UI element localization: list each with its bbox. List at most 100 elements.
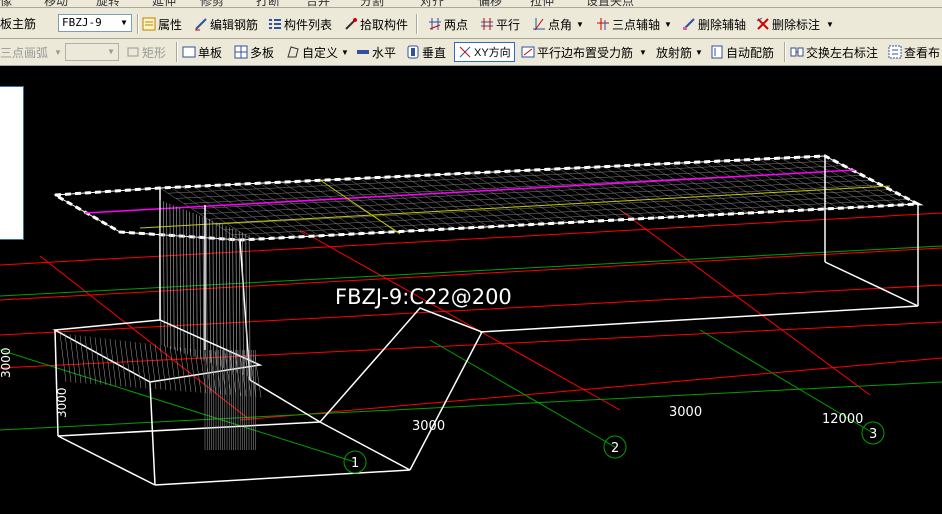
three-point-axis-icon <box>597 18 609 30</box>
single-board-icon <box>182 46 196 58</box>
rebar-line <box>215 222 218 366</box>
three-point-axis-label: 三点辅轴 <box>612 17 661 32</box>
two-points-button[interactable]: 两点 <box>428 14 468 34</box>
radial-rebar-button[interactable]: 放射筋 ▼ <box>656 42 703 62</box>
eraser-icon <box>683 18 695 30</box>
rebar-line <box>194 349 202 393</box>
rebar-line <box>94 337 102 385</box>
rebar-line <box>163 201 165 347</box>
tool-merge[interactable]: 合并 <box>306 0 330 7</box>
delete-axis-button[interactable]: 删除辅轴 <box>682 14 746 34</box>
parallel-edge-button[interactable]: 平行边布置受力筋 ▼ <box>521 42 647 62</box>
three-point-axis-button[interactable]: 三点辅轴 ▼ <box>596 14 672 34</box>
edit-rebar-button[interactable]: 编辑钢筋 <box>194 14 258 34</box>
tool-stretch[interactable]: 拉伸 <box>530 0 554 7</box>
delete-label-button[interactable]: 删除标注 ▼ <box>756 14 834 34</box>
rebar-line <box>119 340 127 387</box>
rebar-line <box>239 354 247 397</box>
tool-rotate[interactable]: 旋转 <box>96 0 120 7</box>
edge <box>479 305 919 333</box>
tool-mirror[interactable]: 像 <box>0 0 12 7</box>
angle-icon <box>533 18 545 31</box>
tool-move[interactable]: 移动 <box>44 0 68 7</box>
auto-rebar-label: 自动配筋 <box>726 45 775 60</box>
edge <box>824 261 919 307</box>
horizontal-button[interactable]: 水平 <box>356 42 396 62</box>
axis-bubble-2[interactable]: 2 <box>603 435 627 459</box>
component-list-button[interactable]: 构件列表 <box>268 14 332 34</box>
rebar-line <box>254 356 262 398</box>
tool-extend[interactable]: 延伸 <box>152 0 176 7</box>
parallel-edge-icon <box>521 46 535 58</box>
side-panel[interactable] <box>0 86 24 240</box>
tool-grip[interactable]: 设置夹点 <box>586 0 634 7</box>
dimension-left-2: 3000 <box>55 387 69 418</box>
cad-viewport[interactable]: FBZJ-9:C22@200 3000 3000 3000 3000 12000… <box>0 66 942 514</box>
rebar-line <box>59 332 67 383</box>
tool-trim[interactable]: 修剪 <box>200 0 224 7</box>
tool-split[interactable]: 分割 <box>360 0 384 7</box>
multi-board-icon <box>234 45 248 59</box>
chevron-down-icon[interactable]: ▼ <box>117 15 131 31</box>
tool-align[interactable]: 对齐 <box>420 0 444 7</box>
rebar-line <box>207 184 881 220</box>
edge <box>57 421 321 437</box>
rebar-line <box>229 227 231 371</box>
rebar-line <box>212 220 215 365</box>
rebar-line <box>222 224 224 368</box>
rect-button[interactable]: 矩形 <box>126 42 166 62</box>
dimension-left-1: 3000 <box>0 347 13 378</box>
chevron-down-icon[interactable]: ▼ <box>695 48 703 57</box>
chevron-down-icon[interactable]: ▼ <box>576 20 584 29</box>
edit-rebar-label: 编辑钢筋 <box>210 17 259 32</box>
chevron-down-icon[interactable]: ▼ <box>104 44 118 60</box>
single-board-button[interactable]: 单板 <box>182 42 222 62</box>
chevron-down-icon[interactable]: ▼ <box>341 48 349 57</box>
rebar-line <box>169 346 177 391</box>
xy-direction-button[interactable]: XY方向 <box>454 42 515 62</box>
component-list-label: 构件列表 <box>284 17 333 32</box>
vertical-label: 垂直 <box>422 45 447 60</box>
axis-bubble-3[interactable]: 3 <box>861 421 885 445</box>
rebar-line <box>189 348 197 393</box>
tool-offset[interactable]: 偏移 <box>478 0 502 7</box>
chevron-down-icon[interactable]: ▼ <box>639 48 647 57</box>
rebar-line <box>209 219 211 364</box>
main-toolbar: 板主筋 FBZJ-9 ▼ 属性 编辑钢筋 构件列表 拾取构件 两点 平行 点角 … <box>0 8 942 39</box>
pick-component-button[interactable]: 拾取构件 <box>344 14 408 34</box>
chevron-down-icon[interactable]: ▼ <box>826 20 834 29</box>
custom-label: 自定义 <box>302 45 339 60</box>
component-select[interactable]: FBZJ-9 ▼ <box>58 14 132 32</box>
rect-icon <box>127 47 139 57</box>
rebar-line <box>182 209 185 354</box>
attributes-button[interactable]: 属性 <box>142 14 182 34</box>
point-angle-button[interactable]: 点角 ▼ <box>532 14 584 34</box>
rebar-line <box>104 338 112 386</box>
multi-board-button[interactable]: 多板 <box>234 42 274 62</box>
parallel-button[interactable]: 平行 <box>480 14 520 34</box>
delete-label-icon <box>756 17 769 30</box>
rebar-line <box>225 225 228 370</box>
dimension-right-1: 3000 <box>669 405 702 420</box>
tool-break[interactable]: 打断 <box>256 0 280 7</box>
view-layout-button[interactable]: 查看布 <box>888 42 940 62</box>
axis-bubble-1[interactable]: 1 <box>343 450 367 474</box>
three-point-arc-button[interactable]: 三点画弧 ▼ <box>0 42 62 62</box>
rebar-line <box>219 223 221 367</box>
arc-param-select[interactable]: ▼ <box>65 43 119 61</box>
custom-button[interactable]: 自定义 ▼ <box>286 42 349 62</box>
rebar-annotation[interactable]: FBZJ-9:C22@200 <box>335 285 512 309</box>
axis-grid-red <box>0 209 942 421</box>
swap-lr-button[interactable]: 交换左右标注 <box>790 42 878 62</box>
chevron-down-icon[interactable]: ▼ <box>664 20 672 29</box>
divider <box>784 42 786 62</box>
vertical-button[interactable]: 垂直 <box>406 42 446 62</box>
ramp <box>249 307 484 471</box>
rebar-line <box>199 179 872 215</box>
draw-toolbar: 三点画弧 ▼ ▼ 矩形 单板 多板 自定义 ▼ 水平 垂直 XY方向 平行边布置… <box>0 39 942 66</box>
rebar-line <box>164 345 172 391</box>
auto-rebar-button[interactable]: 自动配筋 <box>710 42 774 62</box>
chevron-down-icon[interactable]: ▼ <box>54 48 62 57</box>
two-points-label: 两点 <box>444 17 469 32</box>
custom-shape-icon <box>287 46 299 58</box>
